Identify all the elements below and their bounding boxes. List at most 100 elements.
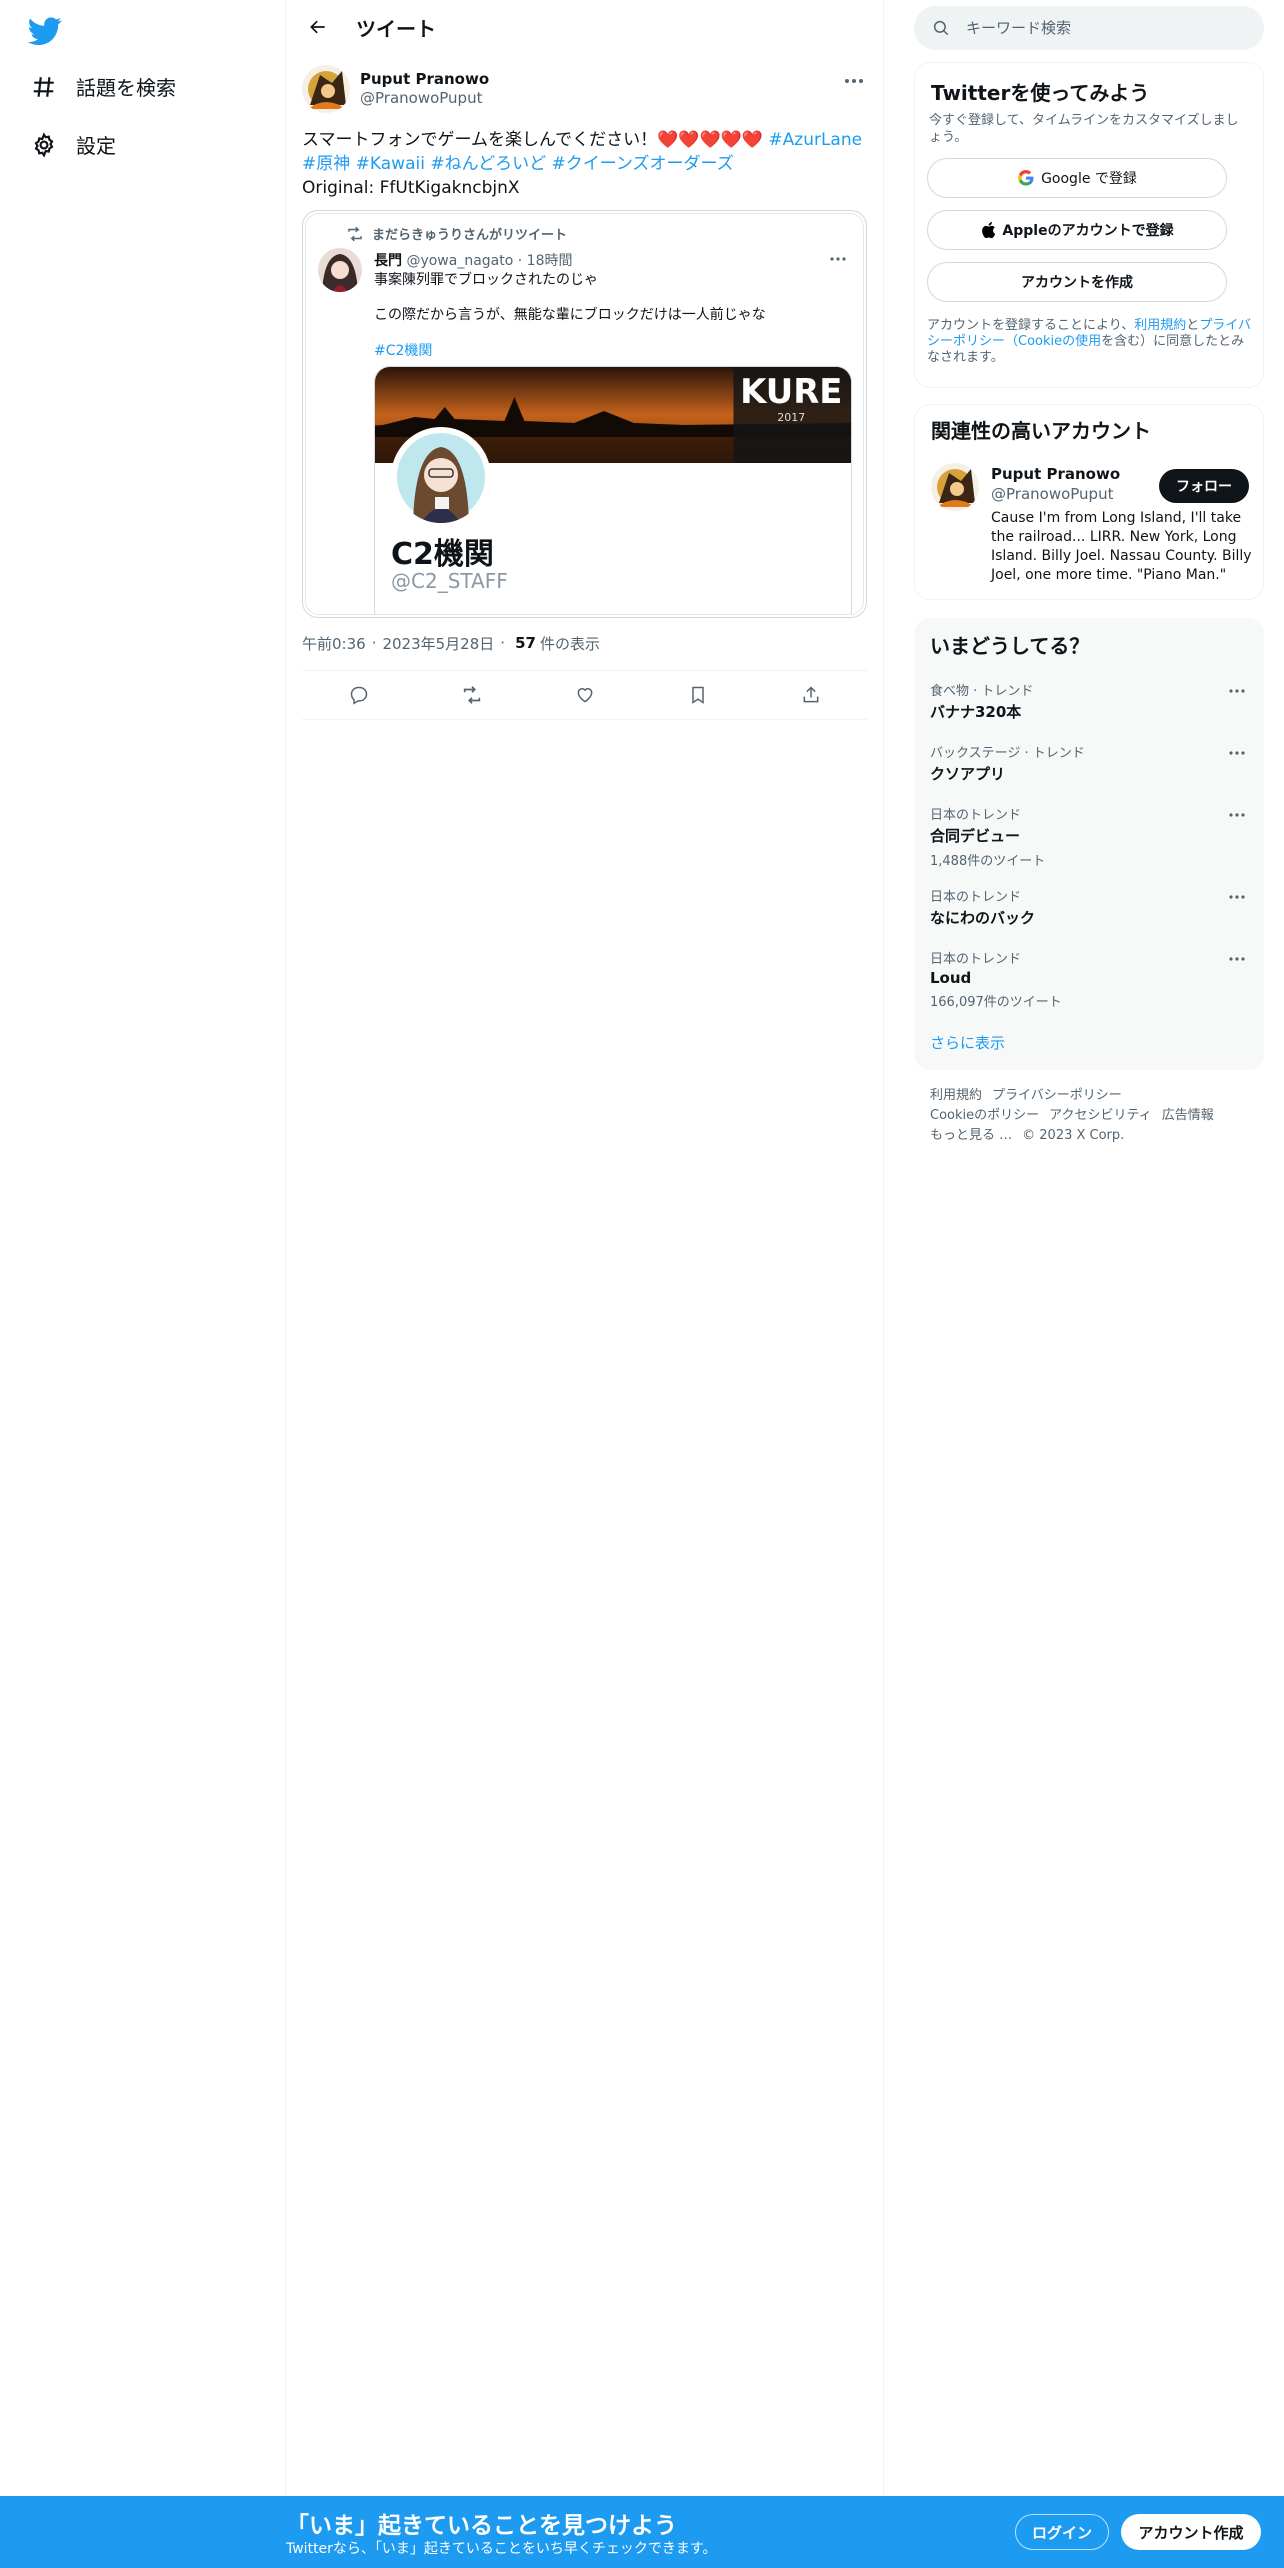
trend-category: 日本のトレンド	[930, 890, 1022, 905]
trend-count: 1,488件のツイート	[930, 854, 1046, 869]
create-account-label: アカウントを作成	[1021, 275, 1133, 291]
main-column: ツイート Puput Pranowo @PranowoPuput スマートフォン…	[286, 0, 884, 2568]
login-button[interactable]: ログイン	[1015, 2514, 1109, 2550]
hashtag-link[interactable]: #原神	[302, 154, 350, 174]
hashtag-link[interactable]: #AzurLane	[768, 130, 862, 150]
embedded-hashtag: #C2機関	[374, 343, 433, 359]
footer-privacy-link[interactable]: プライバシーポリシー	[992, 1088, 1122, 1103]
show-more-link[interactable]: さらに表示	[930, 1032, 1005, 1053]
embedded-author-name: 長門	[374, 253, 402, 269]
terms-prefix: アカウントを登録することにより、	[927, 318, 1135, 333]
reply-button[interactable]	[342, 678, 376, 712]
tweet-more-button[interactable]	[841, 68, 867, 94]
trend-more-button[interactable]	[1226, 888, 1248, 906]
footer-more-link[interactable]: もっと見る …	[930, 1128, 1012, 1143]
separator-dot: ·	[371, 634, 377, 652]
related-accounts-panel: 関連性の高いアカウント Puput Pranowo @PranowoPuput …	[914, 404, 1264, 600]
footer-ads-link[interactable]: 広告情報	[1162, 1108, 1214, 1123]
gear-icon	[30, 131, 58, 159]
trends-panel: いまどうしてる？ 食べ物 · トレンド バナナ320本 バックステージ · トレ…	[914, 618, 1264, 1070]
apple-signup-button[interactable]: Appleのアカウントで登録	[927, 210, 1227, 250]
embedded-tweet: まだらきゅうりさんがリツイート 長門 @yowa_nagato · 18時間 事…	[305, 213, 864, 615]
card-avatar	[391, 427, 491, 527]
bottom-signup-bar: 「いま」起きていることを見つけよう Twitterなら、「いま」起きていることを…	[0, 2496, 1284, 2568]
footer-cookie-link[interactable]: Cookieのポリシー	[930, 1108, 1039, 1123]
trend-more-button[interactable]	[1226, 682, 1248, 700]
tweet-actions	[302, 670, 867, 720]
trends-title: いまどうしてる？	[930, 634, 1090, 658]
trend-name: クソアプリ	[930, 765, 1006, 783]
footer-links: 利用規約 プライバシーポリシー Cookieのポリシー アクセシビリティ 広告情報 も…	[930, 1086, 1260, 1146]
views-count: 57	[515, 634, 536, 652]
footer-terms-link[interactable]: 利用規約	[930, 1088, 982, 1103]
signup-button[interactable]: アカウント作成	[1121, 2514, 1261, 2550]
heart-icon	[577, 688, 592, 703]
search-bar[interactable]	[914, 6, 1264, 50]
retweet-label: まだらきゅうりさんがリツイート	[372, 228, 568, 243]
trend-name: Loud	[930, 969, 972, 987]
trend-more-button[interactable]	[1226, 744, 1248, 762]
trend-item[interactable]: 日本のトレンド 合同デビュー 1,488件のツイート	[930, 804, 1248, 869]
card-name: C2機関	[391, 537, 494, 572]
related-bio: Cause I'm from Long Island, I'll take th…	[991, 510, 1252, 583]
related-handle[interactable]: @PranowoPuput	[991, 485, 1113, 503]
nav-settings[interactable]: 設定	[30, 130, 116, 159]
left-nav: 話題を検索 設定	[0, 0, 286, 2568]
author-handle[interactable]: @PranowoPuput	[360, 89, 489, 108]
hashtag-link[interactable]: #ねんどろいど	[430, 154, 546, 174]
card-handle: @C2_STAFF	[391, 569, 508, 593]
more-dots-icon	[1229, 895, 1245, 899]
trend-item[interactable]: 食べ物 · トレンド バナナ320本	[930, 680, 1248, 722]
terms-and: と	[1186, 318, 1200, 333]
follow-button[interactable]: フォロー	[1159, 469, 1249, 503]
hashtag-link[interactable]: #クイーンズオーダーズ	[551, 154, 733, 174]
tweet-text-main: スマートフォンでゲームを楽しんでください！	[302, 130, 658, 150]
back-button[interactable]	[300, 9, 336, 45]
banner-year: 2017	[777, 411, 805, 424]
more-dots-icon	[1229, 957, 1245, 961]
google-signup-button[interactable]: Google で登録	[927, 158, 1227, 198]
related-name[interactable]: Puput Pranowo	[991, 465, 1120, 483]
author-name[interactable]: Puput Pranowo	[360, 70, 489, 89]
nav-explore[interactable]: 話題を検索	[30, 72, 176, 101]
tweet-text: スマートフォンでゲームを楽しんでください！❤️❤️❤️❤️❤️ #AzurLan…	[302, 128, 867, 200]
trend-category: 日本のトレンド	[930, 952, 1022, 967]
nav-explore-label: 話題を検索	[76, 76, 176, 100]
footer-accessibility-link[interactable]: アクセシビリティ	[1049, 1108, 1152, 1123]
trend-item[interactable]: バックステージ · トレンド クソアプリ	[930, 742, 1248, 784]
embedded-text-1: 事案陳列罪でブロックされたのじゃ	[374, 272, 598, 288]
trend-category: バックステージ · トレンド	[930, 746, 1085, 761]
trend-name: なにわのバック	[930, 909, 1036, 927]
tweet-time[interactable]: 午前0:36	[302, 633, 366, 654]
retweet-button[interactable]	[455, 678, 489, 712]
tweet-date[interactable]: 2023年5月28日	[382, 633, 494, 654]
like-button[interactable]	[568, 678, 602, 712]
trend-count: 166,097件のツイート	[930, 995, 1062, 1010]
page-header: ツイート	[286, 0, 883, 54]
embedded-tweet-image[interactable]: まだらきゅうりさんがリツイート 長門 @yowa_nagato · 18時間 事…	[302, 210, 867, 618]
trend-category: 食べ物 · トレンド	[930, 684, 1034, 699]
share-button[interactable]	[794, 678, 828, 712]
bookmark-button[interactable]	[681, 678, 715, 712]
hashtag-icon	[30, 73, 58, 101]
search-input[interactable]	[966, 19, 1226, 37]
tweet: Puput Pranowo @PranowoPuput スマートフォンでゲームを…	[286, 54, 883, 720]
profile-card-image: KURE 2017 C2機関 @C2_STAFF	[374, 366, 852, 614]
author-avatar[interactable]	[302, 65, 350, 113]
retweet-icon	[348, 226, 362, 241]
trend-category: 日本のトレンド	[930, 808, 1022, 823]
trend-item[interactable]: 日本のトレンド Loud 166,097件のツイート	[930, 948, 1248, 1010]
twitter-bird-icon[interactable]	[27, 14, 62, 48]
related-avatar[interactable]	[931, 463, 979, 511]
retweet-indicator: まだらきゅうりさんがリツイート	[346, 224, 567, 243]
trend-more-button[interactable]	[1226, 806, 1248, 824]
bottom-bar-title: 「いま」起きていることを見つけよう	[286, 2513, 677, 2539]
trend-item[interactable]: 日本のトレンド なにわのバック	[930, 886, 1248, 928]
related-title: 関連性の高いアカウント	[931, 419, 1151, 443]
signup-terms: アカウントを登録することにより、利用規約とプライバシーポリシー（Cookieの使…	[927, 318, 1251, 366]
terms-link[interactable]: 利用規約	[1134, 318, 1186, 333]
signup-title: Twitterを使ってみよう	[931, 81, 1150, 105]
trend-more-button[interactable]	[1226, 950, 1248, 968]
hashtag-link[interactable]: #Kawaii	[356, 154, 425, 174]
create-account-button[interactable]: アカウントを作成	[927, 262, 1227, 302]
